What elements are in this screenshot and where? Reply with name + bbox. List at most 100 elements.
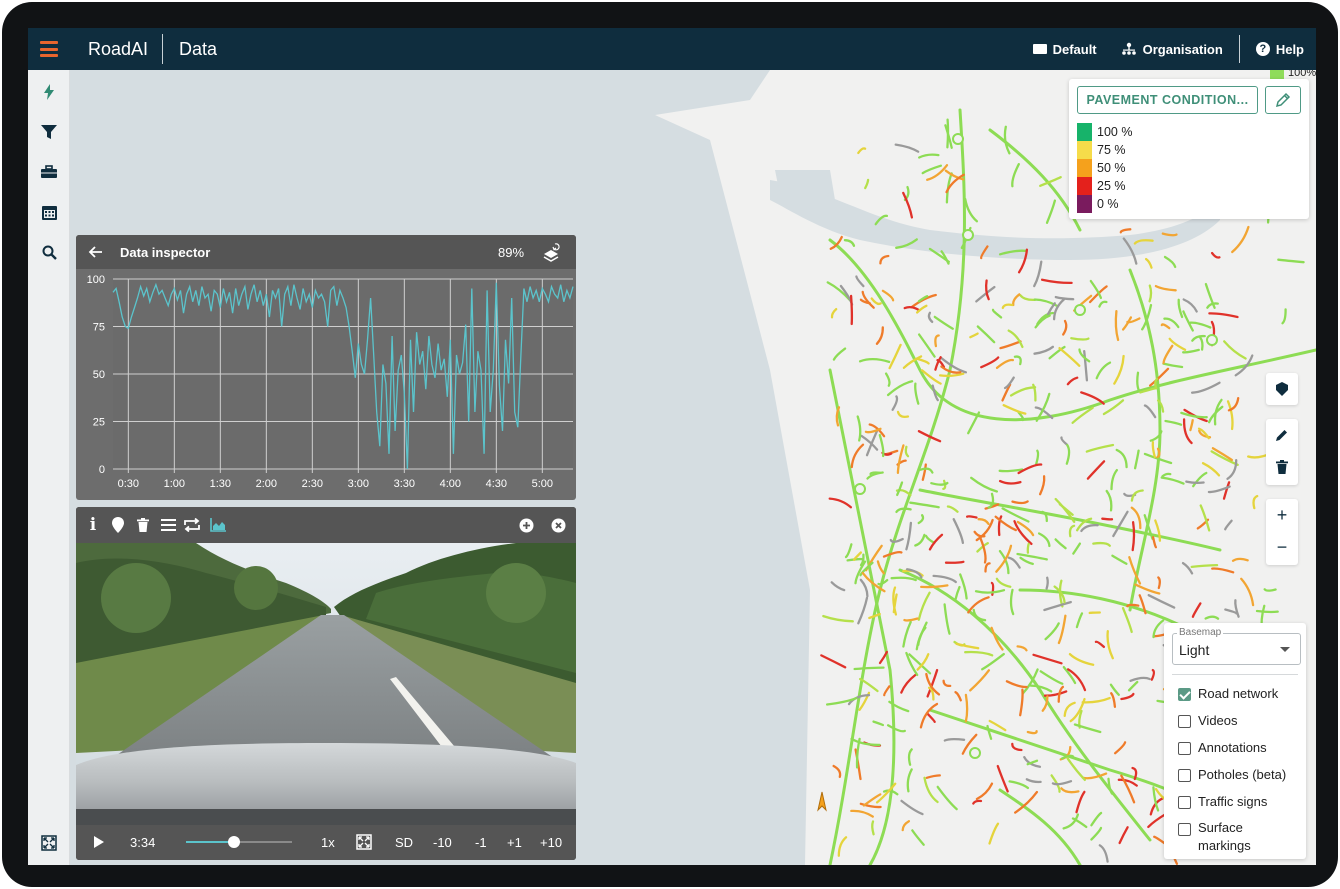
video-controls: 3:34 1x SD -10 -1 +1 +10 [76,825,576,860]
basemap-select[interactable]: Basemap Light [1172,627,1301,665]
video-seek-fill [186,841,234,843]
layer-checkbox[interactable] [1178,823,1191,836]
top-bar: RoadAI Data Default Organisation ? Help [28,28,1316,70]
inspector-header: Data inspector 89% [76,235,576,269]
list-icon[interactable] [159,516,177,534]
video-seek-handle[interactable] [227,836,240,848]
layer-checkbox[interactable] [1178,715,1191,728]
back-arrow-icon[interactable] [88,244,104,260]
road-segment [946,118,950,149]
video-frame[interactable] [76,543,576,825]
draw-button[interactable] [1266,419,1298,451]
legend-peek-label: 100% [1288,70,1316,79]
data-inspector-panel: Data inspector 89% 100 75 50 25 0 0:30 1:00 1:3… [76,235,576,500]
layer-label: Road network [1198,686,1279,701]
legend-swatch [1077,123,1092,141]
legend-label: 25 % [1097,179,1126,193]
search-icon[interactable] [39,242,59,262]
left-sidebar [28,70,70,865]
marker-button[interactable] [1266,373,1298,405]
menu-icon[interactable] [40,41,58,57]
organisation-button[interactable]: Organisation [1109,42,1235,57]
help-label: Help [1275,41,1304,57]
chart-x-tick-label: 3:00 [348,478,369,490]
layer-checkbox[interactable] [1178,688,1191,701]
roundabout [1074,304,1086,316]
legend-label: 0 % [1097,197,1119,211]
layer-toggle[interactable]: Traffic signs [1178,794,1267,809]
app-screen: RoadAI Data Default Organisation ? Help [28,28,1316,865]
legend-entry: 75 % [1077,141,1132,159]
help-button[interactable]: ? Help [1244,42,1316,57]
road-segment [1255,609,1279,614]
organisation-label: Organisation [1142,41,1223,57]
skip-forward-10-button[interactable]: +10 [540,835,562,850]
legend-label: 50 % [1097,161,1126,175]
edit-layer-button[interactable] [1265,86,1301,114]
legend-list: 100 % 75 % 50 % 25 % 0 % [1077,123,1132,213]
road-segment [1045,576,1049,590]
roundabout [962,229,974,241]
layer-toggle[interactable]: Potholes (beta) [1178,767,1286,782]
location-pin-icon[interactable] [109,516,127,534]
info-icon[interactable]: i [84,515,102,535]
layer-checkbox[interactable] [1178,742,1191,755]
marker-tool[interactable] [1266,373,1298,405]
legend-swatch [1077,141,1092,159]
brand-divider [162,34,163,64]
roundabout [854,483,866,495]
calendar-icon[interactable] [39,202,59,222]
zoom-out-button[interactable]: − [1266,531,1298,563]
zoom-in-button[interactable]: + [1266,499,1298,531]
close-circle-icon[interactable] [549,516,567,534]
playback-speed[interactable]: 1x [321,835,335,850]
skip-back-10-button[interactable]: -10 [433,835,452,850]
road-segment [1185,480,1205,484]
chart-x-tick-label: 5:00 [532,478,553,490]
video-quality[interactable]: SD [395,835,413,850]
legend-swatch [1077,195,1092,213]
layer-label: Videos [1198,713,1238,728]
layer-checkbox[interactable] [1178,769,1191,782]
roundabout [952,133,964,145]
skip-forward-1-button[interactable]: +1 [507,835,522,850]
fullscreen-icon[interactable] [356,834,372,853]
layer-label: Traffic signs [1198,794,1268,809]
layer-toggle[interactable]: Videos [1178,713,1238,728]
brand-name: RoadAI [88,39,149,59]
inspector-title: Data inspector [120,245,211,260]
play-icon[interactable] [94,836,104,851]
road-segment [964,693,969,723]
chart-y-tick-label: 100 [87,274,105,286]
layer-label: Surface markings [1198,820,1251,853]
repeat-icon[interactable] [183,516,201,534]
legend-swatch [1077,159,1092,177]
layer-toggle[interactable]: Road network [1178,686,1278,701]
delete-drawing-button[interactable] [1266,451,1298,483]
pencil-icon [1276,430,1287,441]
add-circle-icon[interactable] [517,516,535,534]
video-seek-bar[interactable] [186,836,292,848]
filter-icon[interactable] [39,122,59,142]
layer-toggle[interactable]: Annotations [1178,740,1267,755]
workspace-button[interactable]: Default [1021,42,1109,57]
layer-checkbox[interactable] [1178,796,1191,809]
road-segment [1263,588,1277,592]
pavement-condition-chart[interactable]: 100 75 50 25 0 0:30 1:00 1:30 2:00 2:30 3:00 3:30 4:… [76,269,576,500]
skip-back-1-button[interactable]: -1 [475,835,487,850]
chevron-down-icon [1280,647,1290,652]
layer-label: Potholes (beta) [1198,767,1287,782]
layers-refresh-icon[interactable] [542,242,562,262]
layer-select-button[interactable]: PAVEMENT CONDITION... [1077,86,1258,114]
legend-panel: PAVEMENT CONDITION... 100 % 75 % 50 % 25 % 0… [1069,79,1309,219]
area-chart-icon[interactable] [209,516,227,534]
toolbox-icon[interactable] [39,162,59,182]
trash-icon[interactable] [134,516,152,534]
road-segment [965,515,978,519]
road-segment [849,294,854,326]
road-video-image [76,543,576,825]
layer-toggle[interactable]: Surface markings [1178,820,1268,855]
layer-label: Annotations [1198,740,1267,755]
lightning-icon[interactable] [39,82,59,102]
fullscreen-icon[interactable] [39,833,59,853]
